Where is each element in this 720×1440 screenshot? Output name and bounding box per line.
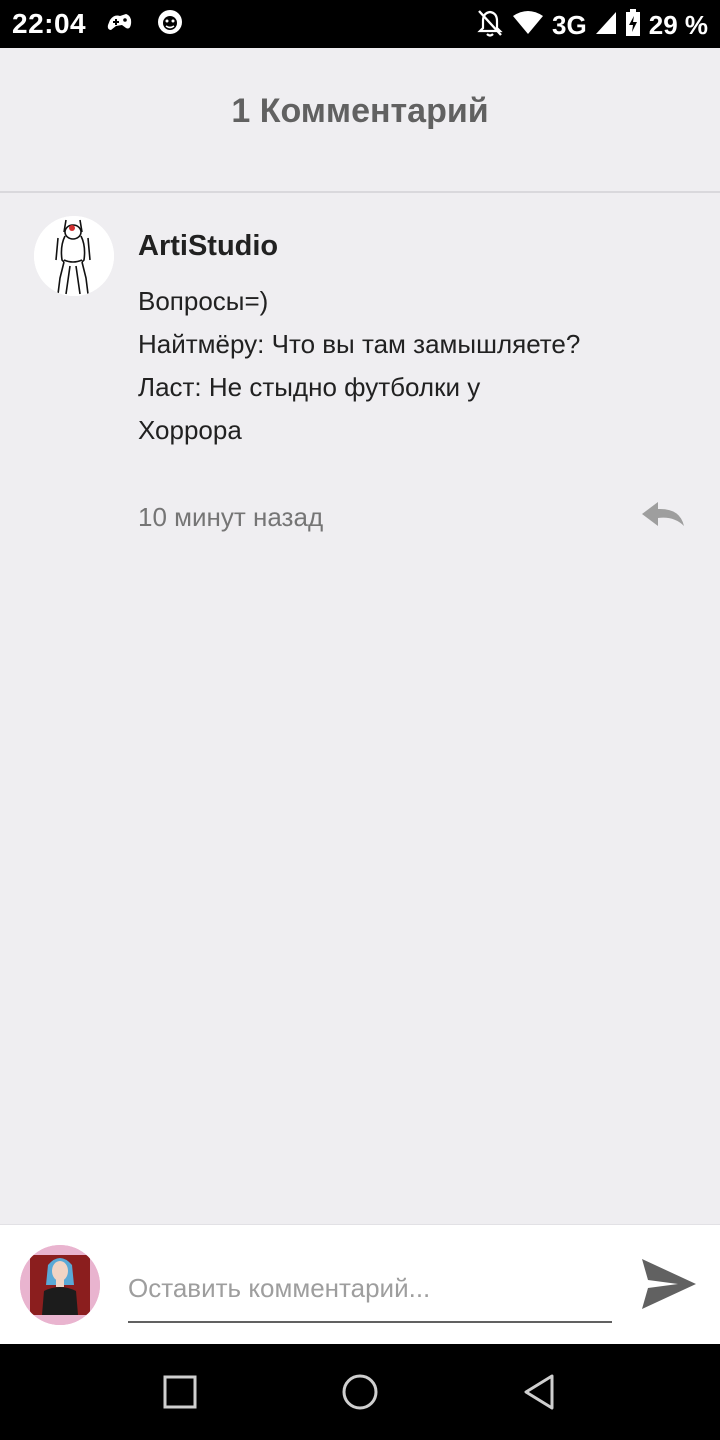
recents-button[interactable] bbox=[160, 1372, 200, 1412]
network-type: 3G bbox=[552, 10, 587, 40]
gamepad-icon bbox=[104, 8, 134, 41]
home-button[interactable] bbox=[340, 1372, 380, 1412]
recents-icon bbox=[163, 1375, 197, 1409]
comment-line: Хоррора bbox=[138, 415, 242, 445]
author-avatar[interactable] bbox=[34, 216, 114, 296]
comment-input[interactable] bbox=[128, 1255, 612, 1323]
battery-percent: 29 % bbox=[648, 10, 708, 40]
reply-button[interactable] bbox=[640, 498, 686, 532]
notifications-off-icon bbox=[476, 8, 504, 43]
send-button[interactable] bbox=[640, 1257, 698, 1311]
comment-line: Ласт: Не стыдно футболки у bbox=[138, 372, 481, 402]
header: 1 Комментарий bbox=[0, 48, 720, 193]
comment-input-bar bbox=[0, 1224, 720, 1345]
lion-badge-icon bbox=[156, 8, 184, 41]
back-icon bbox=[524, 1374, 554, 1410]
status-right: 3G 29 % bbox=[476, 8, 708, 43]
navigation-bar bbox=[0, 1344, 720, 1440]
current-user-avatar[interactable] bbox=[20, 1245, 100, 1325]
comment-timestamp: 10 минут назад bbox=[138, 502, 324, 532]
page-title: 1 Комментарий bbox=[231, 92, 489, 130]
signal-icon bbox=[595, 10, 617, 41]
status-time: 22:04 bbox=[12, 8, 87, 39]
status-bar: 22:04 3G 29 % bbox=[0, 0, 720, 48]
comment-line: Найтмёру: Что вы там замышляете? bbox=[138, 329, 581, 359]
battery-charging-icon bbox=[625, 9, 641, 42]
comment-line: Вопросы=) bbox=[138, 286, 269, 316]
status-left-icons bbox=[104, 8, 184, 41]
back-button[interactable] bbox=[520, 1372, 560, 1412]
comment-author[interactable]: ArtiStudio bbox=[138, 230, 278, 263]
reply-icon bbox=[642, 502, 684, 526]
character-sketch-icon bbox=[34, 216, 114, 296]
user-character-icon bbox=[20, 1245, 100, 1325]
home-icon bbox=[342, 1374, 378, 1410]
send-icon bbox=[642, 1259, 696, 1309]
wifi-icon bbox=[512, 10, 544, 41]
comment-text: Вопросы=) Найтмёру: Что вы там замышляет… bbox=[138, 280, 658, 452]
